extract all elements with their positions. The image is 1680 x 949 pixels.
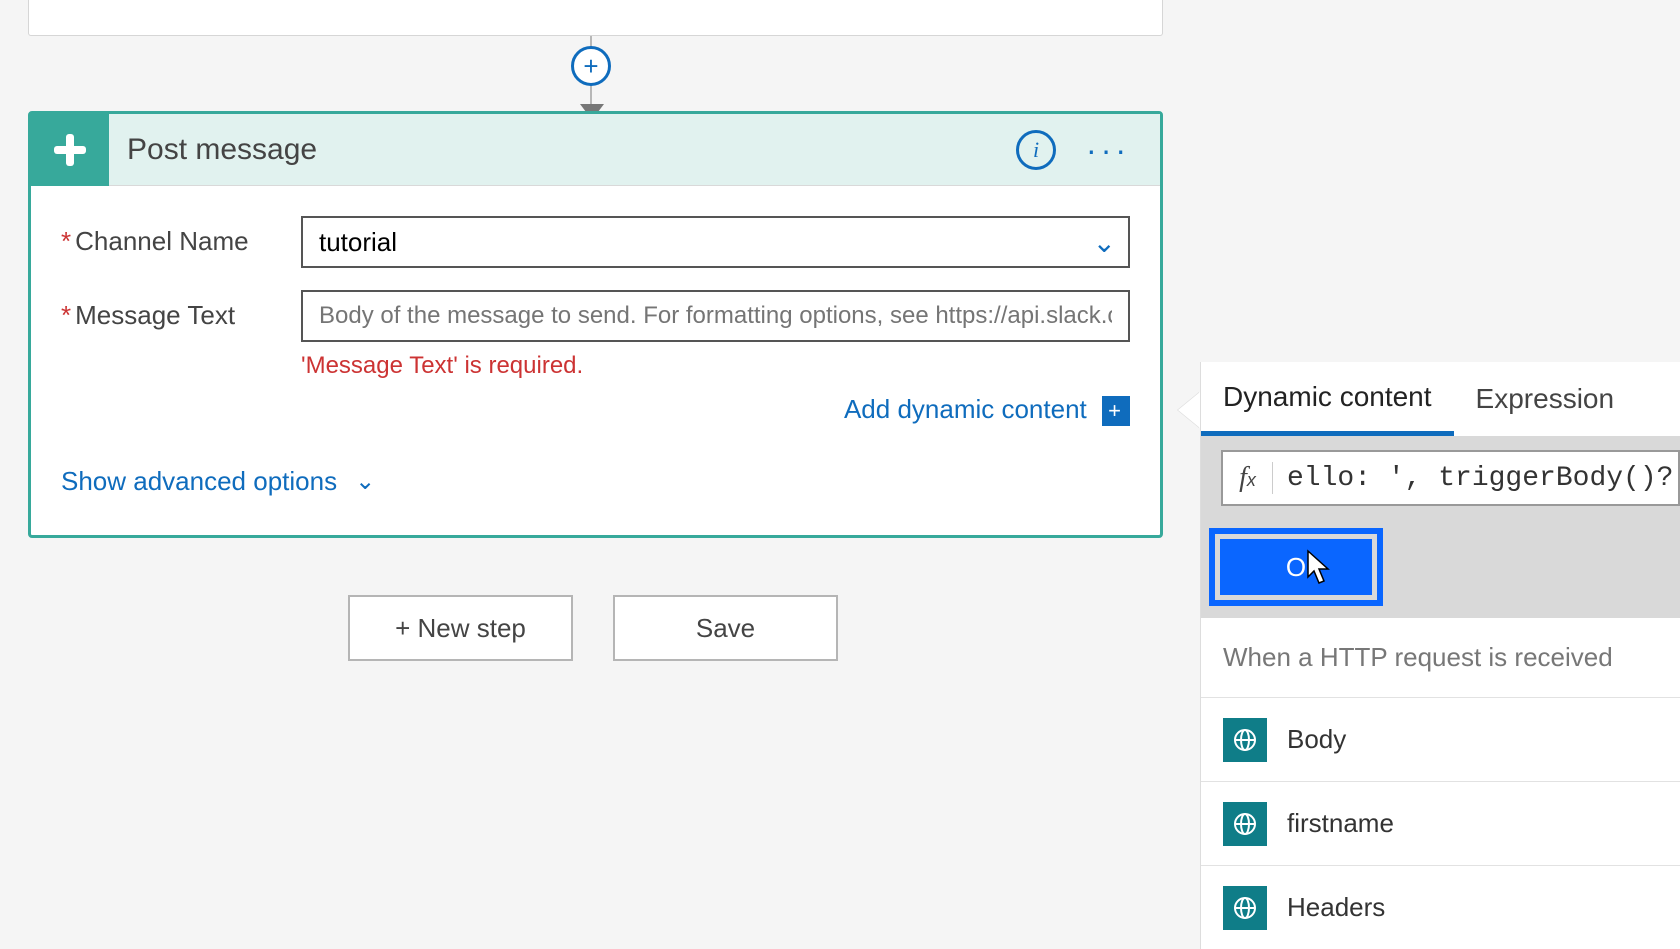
previous-step-card [28, 0, 1163, 36]
http-icon [1223, 718, 1267, 762]
slack-icon [48, 128, 92, 172]
http-icon [1223, 886, 1267, 930]
tab-expression[interactable]: Expression [1454, 362, 1637, 436]
channel-select[interactable]: ⌄ [301, 216, 1130, 268]
add-dynamic-content-link[interactable]: Add dynamic content [844, 394, 1087, 424]
required-mark: * [61, 300, 71, 330]
card-header[interactable]: Post message i ··· [31, 114, 1160, 186]
card-title: Post message [127, 133, 1016, 167]
cursor-icon [1304, 549, 1338, 589]
dc-item-label: Headers [1287, 892, 1385, 923]
channel-name-row: *Channel Name ⌄ [61, 216, 1130, 268]
add-dynamic-content-icon[interactable]: + [1102, 396, 1130, 426]
message-text-row: *Message Text 'Message Text' is required… [61, 290, 1130, 426]
expression-input-row[interactable]: fx ello: ', triggerBody()?['f [1221, 450, 1680, 506]
ok-button-highlight: O [1209, 528, 1383, 606]
expression-input[interactable]: ello: ', triggerBody()?['f [1273, 463, 1678, 494]
dc-item-label: firstname [1287, 808, 1394, 839]
dc-item-headers[interactable]: Headers [1201, 865, 1680, 949]
dc-section-header: When a HTTP request is received [1201, 618, 1680, 697]
advanced-label: Show advanced options [61, 466, 337, 497]
save-button[interactable]: Save [613, 595, 838, 661]
post-message-card: Post message i ··· *Channel Name ⌄ *Mess… [28, 111, 1163, 538]
show-advanced-options[interactable]: Show advanced options ⌄ [61, 466, 1130, 497]
message-label: Message Text [75, 300, 235, 330]
message-error: 'Message Text' is required. [301, 352, 1130, 380]
fx-icon: fx [1223, 462, 1273, 494]
dc-item-label: Body [1287, 724, 1346, 755]
panel-arrow-icon [1178, 392, 1200, 428]
tab-dynamic-content[interactable]: Dynamic content [1201, 362, 1454, 436]
dynamic-content-panel: Dynamic content Expression fx ello: ', t… [1200, 362, 1680, 949]
dc-item-body[interactable]: Body [1201, 697, 1680, 781]
add-step-button[interactable]: + [571, 46, 611, 86]
channel-label: Channel Name [75, 226, 248, 256]
chevron-down-icon: ⌄ [355, 467, 375, 496]
new-step-button[interactable]: + New step [348, 595, 573, 661]
slack-icon-box [31, 114, 109, 186]
channel-select-input[interactable] [301, 216, 1130, 268]
dc-item-firstname[interactable]: firstname [1201, 781, 1680, 865]
ok-button[interactable]: O [1220, 539, 1372, 595]
message-text-input[interactable] [301, 290, 1130, 342]
more-menu-button[interactable]: ··· [1086, 134, 1130, 166]
info-icon[interactable]: i [1016, 130, 1056, 170]
required-mark: * [61, 226, 71, 256]
http-icon [1223, 802, 1267, 846]
